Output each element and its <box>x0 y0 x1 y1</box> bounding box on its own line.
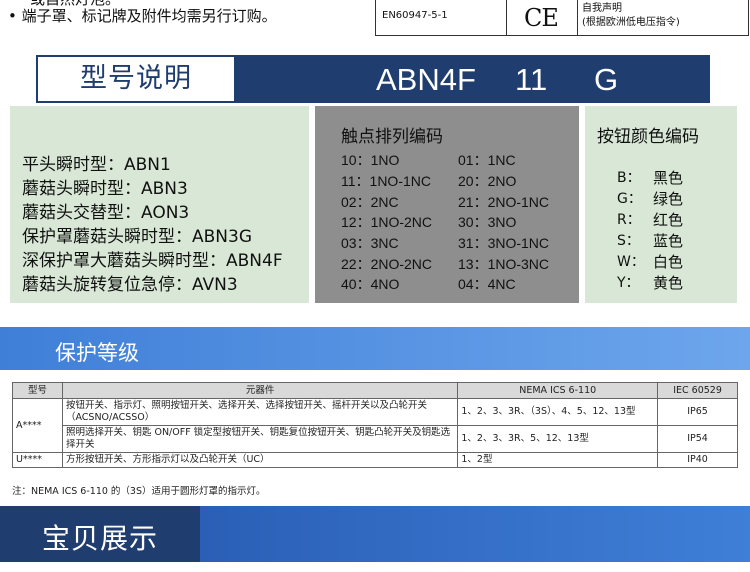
type-item: 深保护罩大蘑菇头瞬时型：ABN4F <box>22 251 283 271</box>
table-row: A**** 按钮开关、指示灯、照明按钮开关、选择开关、选择按钮开关、摇杆开关以及… <box>12 398 738 453</box>
model-code-color: G <box>594 62 619 97</box>
declaration-line2: (根据欧洲低电压指令) <box>582 17 680 28</box>
contact-code: 02：2NC <box>341 194 399 210</box>
cell-model: U**** <box>12 452 63 468</box>
type-item: 蘑菇头旋转复位急停：AVN3 <box>22 275 238 295</box>
color-name: 白色 <box>653 253 684 271</box>
color-name: 红色 <box>653 211 684 229</box>
contact-code: 31：3NO-1NC <box>458 235 550 251</box>
cell-iec: IP40 <box>657 452 738 468</box>
contact-code: 12：1NO-2NC <box>341 214 433 230</box>
header-iec: IEC 60529 <box>657 382 738 399</box>
table-row: 照明选择开关、钥匙 ON/OFF 锁定型按钮开关、钥匙复位按钮开关、钥匙凸轮开关… <box>13 425 738 453</box>
type-item: 蘑菇头交替型：AON3 <box>22 203 190 223</box>
cell-model: A**** <box>12 398 63 453</box>
contacts-title: 触点排列编码 <box>341 127 443 147</box>
certification-standard: EN60947-5-1 <box>382 10 448 21</box>
table-row: U**** 方形按钮开关、方形指示灯以及凸轮开关（UC） 1、2型 IP40 <box>12 452 738 468</box>
contact-code: 01：1NC <box>458 152 516 168</box>
cert-divider <box>577 0 578 35</box>
showcase-title: 宝贝展示 <box>42 522 159 555</box>
cell-iec: IP65 <box>657 398 738 426</box>
color-name: 绿色 <box>653 190 684 208</box>
certification-declaration: 自我声明 (根据欧洲低电压指令) <box>582 2 680 30</box>
cell-nema: 1、2型 <box>457 452 659 468</box>
cell-iec: IP54 <box>657 425 738 453</box>
protection-table: 型号 元器件 NEMA ICS 6-110 IEC 60529 A**** 按钮… <box>12 382 738 468</box>
contact-code: 20：2NO <box>458 173 517 189</box>
ce-mark-icon: CE <box>524 4 559 32</box>
contact-code: 40：4NO <box>341 276 400 292</box>
showcase-bar-accent <box>200 506 750 562</box>
declaration-line1: 自我声明 <box>582 3 622 14</box>
type-item: 保护罩蘑菇头瞬时型：ABN3G <box>22 227 252 247</box>
contact-code: 10：1NO <box>341 152 400 168</box>
certification-table: EN60947-5-1 CE 自我声明 (根据欧洲低电压指令) <box>375 0 749 36</box>
color-name: 黑色 <box>653 169 684 187</box>
colors-panel: 按钮颜色编码 B： 黑色 G： 绿色 R： 红色 S： 蓝色 W： 白色 Y： … <box>585 106 737 303</box>
types-panel: 平头瞬时型：ABN1 蘑菇头瞬时型：ABN3 蘑菇头交替型：AON3 保护罩蘑菇… <box>10 106 309 303</box>
contact-code: 03：3NC <box>341 235 399 251</box>
model-code-contacts: 11 <box>515 62 548 97</box>
color-code: B： <box>617 170 641 186</box>
type-item: 蘑菇头瞬时型：ABN3 <box>22 179 188 199</box>
color-code: W： <box>617 254 645 270</box>
color-name: 蓝色 <box>653 232 684 250</box>
color-code: S： <box>617 233 640 249</box>
contact-code: 11：1NO-1NC <box>341 173 431 189</box>
color-code: Y： <box>617 275 640 291</box>
color-name: 黄色 <box>653 274 684 292</box>
header-nema: NEMA ICS 6-110 <box>457 382 659 399</box>
header-model: 型号 <box>12 382 63 399</box>
model-banner-label: 型号说明 <box>38 57 234 101</box>
table-header-row: 型号 元器件 NEMA ICS 6-110 IEC 60529 <box>12 382 738 399</box>
colors-title: 按钮颜色编码 <box>597 127 699 147</box>
cell-component: 照明选择开关、钥匙 ON/OFF 锁定型按钮开关、钥匙复位按钮开关、钥匙凸轮开关… <box>61 425 459 453</box>
cell-nema: 1、2、3、3R、5、12、13型 <box>457 425 659 453</box>
contact-code: 21：2NO-1NC <box>458 194 550 210</box>
color-code: R： <box>617 212 641 228</box>
contact-code: 30：3NO <box>458 214 517 230</box>
cell-component: 方形按钮开关、方形指示灯以及凸轮开关（UC） <box>61 452 459 468</box>
cell-component: 按钮开关、指示灯、照明按钮开关、选择开关、选择按钮开关、摇杆开关以及凸轮开关（A… <box>61 398 459 426</box>
cell-nema: 1、2、3、3R、（3S）、4、5、12、13型 <box>457 398 659 426</box>
header-component: 元器件 <box>61 382 459 399</box>
type-item: 平头瞬时型：ABN1 <box>22 155 171 175</box>
cert-divider <box>506 0 507 35</box>
note-line-accessories: • 端子罩、标记牌及附件均需另行订购。 <box>8 7 277 25</box>
contacts-panel: 触点排列编码 10：1NO 11：1NO-1NC 02：2NC 12：1NO-2… <box>315 106 579 303</box>
color-code: G： <box>617 191 642 207</box>
protection-title: 保护等级 <box>55 341 139 365</box>
contact-code: 22：2NO-2NC <box>341 256 433 272</box>
contact-code: 13：1NO-3NC <box>458 256 550 272</box>
contact-code: 04：4NC <box>458 276 516 292</box>
protection-note: 注：NEMA ICS 6-110 的（3S）适用于圆形灯罩的指示灯。 <box>12 486 266 497</box>
model-code-series: ABN4F <box>376 62 476 97</box>
